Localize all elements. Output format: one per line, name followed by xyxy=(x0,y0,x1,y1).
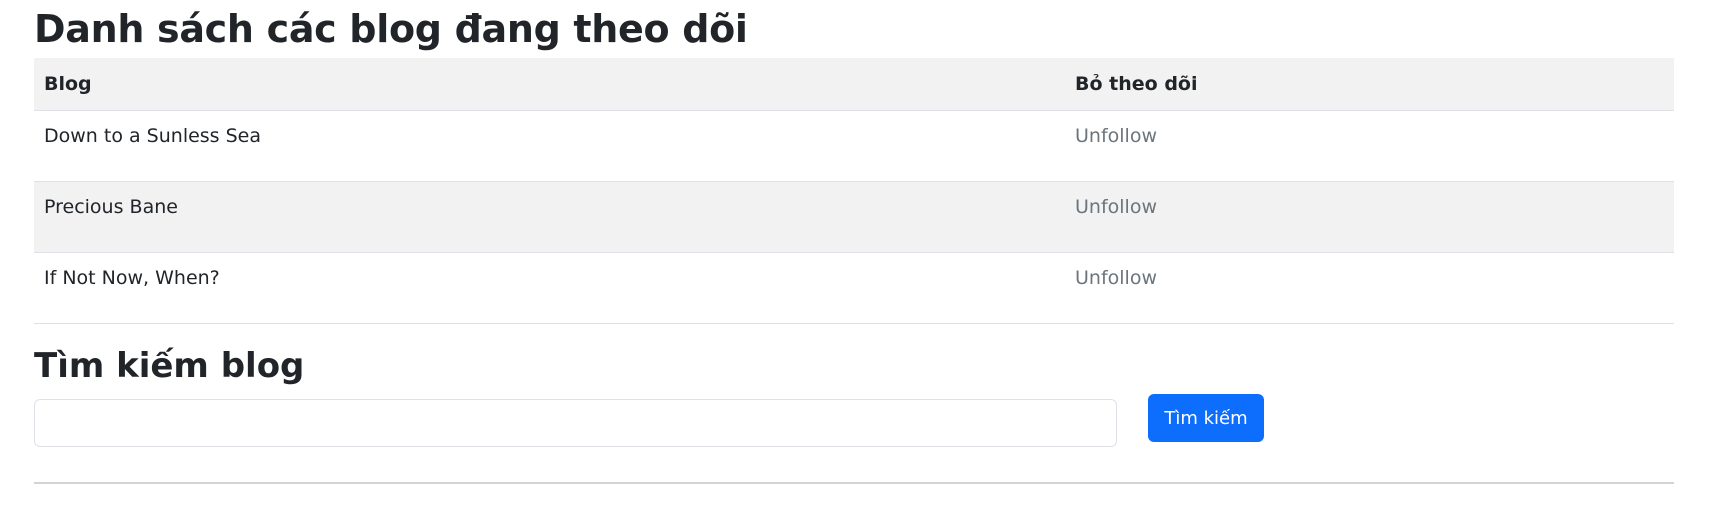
unfollow-cell: Unfollow xyxy=(1065,181,1674,253)
column-header-blog: Blog xyxy=(34,58,1065,111)
followed-blogs-table: Blog Bỏ theo dõi Down to a Sunless Sea U… xyxy=(34,58,1674,324)
search-section-title: Tìm kiếm blog xyxy=(34,346,305,386)
table-row: If Not Now, When? Unfollow xyxy=(34,252,1674,324)
column-header-unfollow: Bỏ theo dõi xyxy=(1065,58,1674,111)
table-row: Down to a Sunless Sea Unfollow xyxy=(34,110,1674,182)
blog-name-cell: Precious Bane xyxy=(34,181,1065,253)
unfollow-cell: Unfollow xyxy=(1065,110,1674,182)
search-button[interactable]: Tìm kiếm xyxy=(1148,394,1264,442)
page-title: Danh sách các blog đang theo dõi xyxy=(34,7,748,51)
blog-name-cell: If Not Now, When? xyxy=(34,252,1065,324)
search-form: Tìm kiếm xyxy=(34,394,1674,456)
unfollow-link[interactable]: Unfollow xyxy=(1075,125,1157,147)
table-row: Precious Bane Unfollow xyxy=(34,181,1674,253)
unfollow-link[interactable]: Unfollow xyxy=(1075,196,1157,218)
blog-name-cell: Down to a Sunless Sea xyxy=(34,110,1065,182)
table-header-row: Blog Bỏ theo dõi xyxy=(34,58,1674,111)
unfollow-link[interactable]: Unfollow xyxy=(1075,267,1157,289)
unfollow-cell: Unfollow xyxy=(1065,252,1674,324)
main-container: Danh sách các blog đang theo dõi Blog Bỏ… xyxy=(34,0,1674,484)
search-input[interactable] xyxy=(34,399,1117,447)
divider xyxy=(34,482,1674,484)
